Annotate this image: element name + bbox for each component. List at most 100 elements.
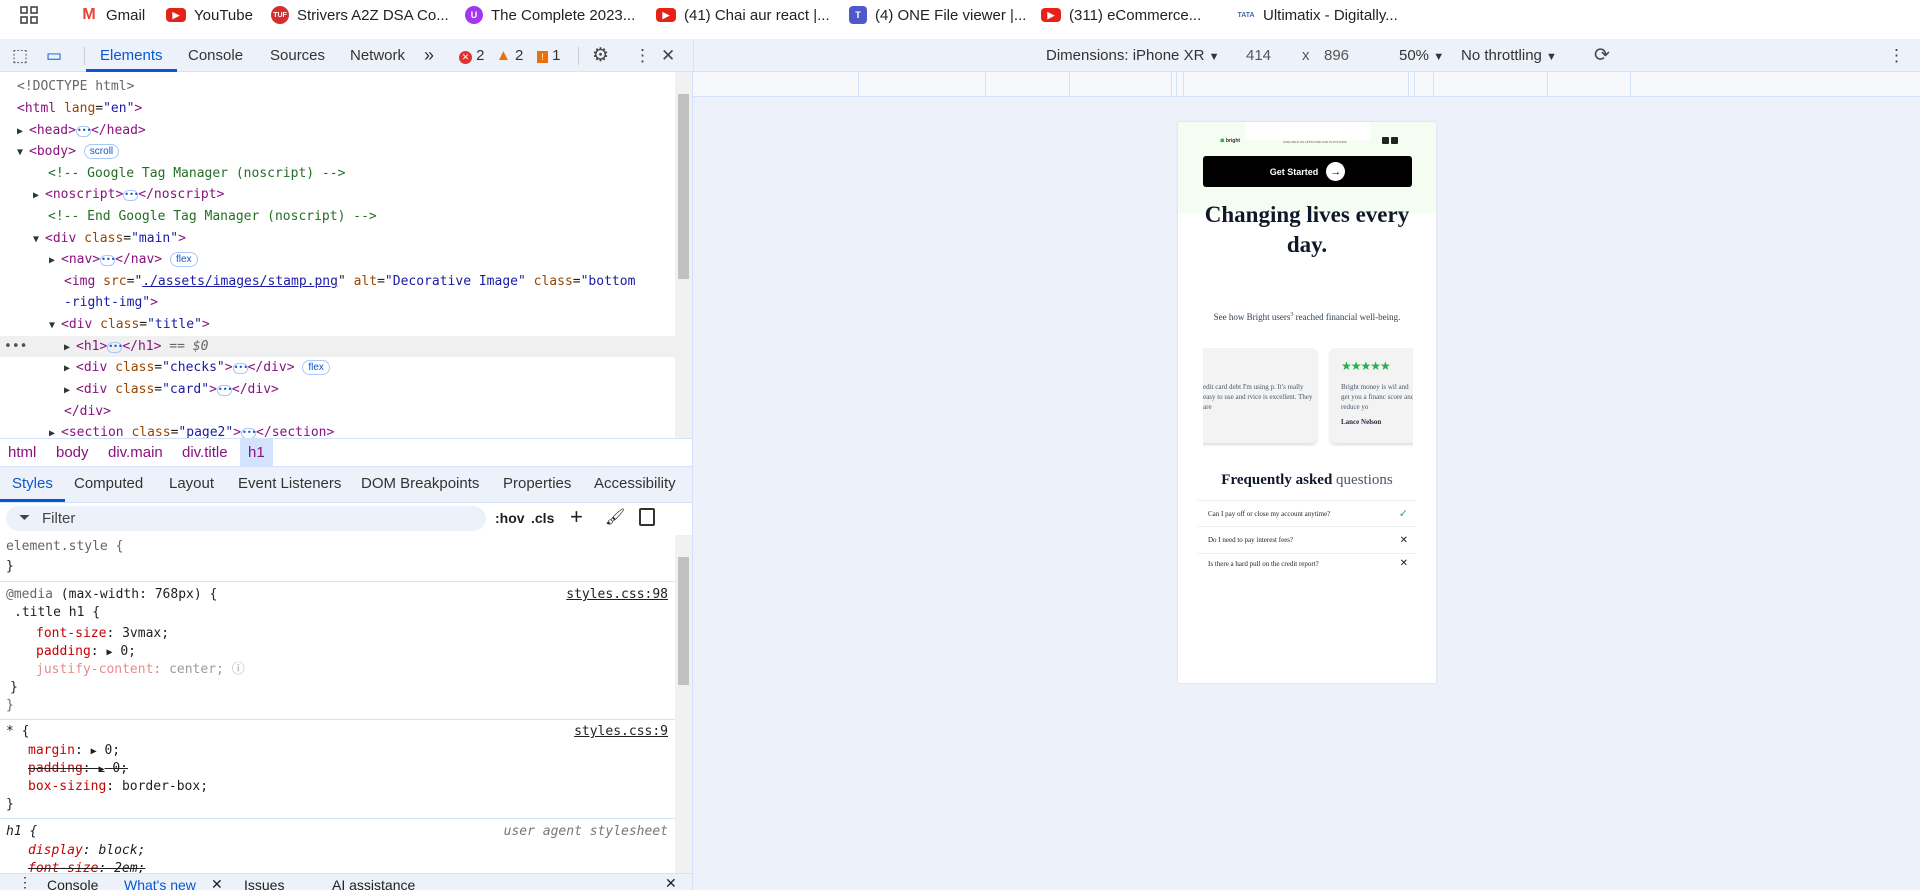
bookmark-one-file-viewer[interactable]: T (4) ONE File viewer |... xyxy=(849,4,1026,26)
src-link[interactable]: ./assets/images/stamp.png xyxy=(142,274,338,289)
ellipsis-icon[interactable]: ••• xyxy=(216,385,232,396)
expand-triangle-icon[interactable]: ▶ xyxy=(49,423,61,438)
scrollbar-thumb[interactable] xyxy=(678,557,689,685)
zoom-select[interactable]: 50% ▼ xyxy=(1399,39,1444,72)
issues-count[interactable]: ! 1 xyxy=(537,39,561,72)
breadcrumb-div-main[interactable]: div.main xyxy=(104,439,167,467)
tab-properties[interactable]: Properties xyxy=(503,467,571,502)
bookmark-strivers[interactable]: TUF Strivers A2Z DSA Co... xyxy=(271,4,449,26)
style-declaration[interactable]: font-size: 3vmax; xyxy=(36,624,169,643)
dom-node[interactable]: <html lang="en"> xyxy=(17,98,142,119)
errors-count[interactable]: ✕ 2 xyxy=(459,39,485,72)
tab-event-listeners[interactable]: Event Listeners xyxy=(238,467,341,502)
throttling-select[interactable]: No throttling ▼ xyxy=(1461,39,1557,72)
tab-styles[interactable]: Styles xyxy=(0,467,65,502)
source-link[interactable]: styles.css:98 xyxy=(566,587,668,602)
device-toggle-icon[interactable]: ▭ xyxy=(46,39,62,72)
close-devtools-button[interactable]: ✕ xyxy=(661,39,675,72)
styles-scrollbar[interactable] xyxy=(675,535,692,873)
faq-item[interactable]: Do I need to pay interest fees? ✕ xyxy=(1198,526,1416,553)
bookmark-complete-2023[interactable]: U The Complete 2023... xyxy=(465,4,635,26)
width-input[interactable]: 414 xyxy=(1246,39,1271,72)
dom-node-selected[interactable]: ▶ <h1>•••</h1> == $0 xyxy=(64,336,208,357)
dom-node[interactable]: ▶ <div class="card">•••</div> xyxy=(64,379,279,400)
dom-node[interactable]: <!DOCTYPE html> xyxy=(17,76,134,97)
faq-item[interactable]: Can I pay off or close my account anytim… xyxy=(1198,500,1416,526)
drawer-tab-whats-new[interactable]: What's new xyxy=(124,877,196,890)
toggle-sidebar-icon[interactable] xyxy=(639,508,655,526)
drawer-tab-console[interactable]: Console xyxy=(47,877,98,890)
ellipsis-icon[interactable]: ••• xyxy=(75,126,91,137)
dom-node[interactable]: ▶ <section class="page2">•••</section> xyxy=(49,422,334,438)
dom-node[interactable]: </div> xyxy=(64,401,111,422)
ellipsis-icon[interactable]: ••• xyxy=(241,428,257,438)
collapse-triangle-icon[interactable]: ▼ xyxy=(33,229,45,250)
close-drawer-icon[interactable]: ✕ xyxy=(665,875,677,890)
tab-accessibility[interactable]: Accessibility xyxy=(594,467,676,502)
style-declaration[interactable]: margin: ▶ 0; xyxy=(28,741,120,760)
media-query-ruler[interactable] xyxy=(693,72,1920,97)
tab-computed[interactable]: Computed xyxy=(74,467,143,502)
hov-button[interactable]: :hov xyxy=(495,510,525,526)
bright-logo[interactable]: ☗ bright xyxy=(1220,138,1240,144)
more-options-icon[interactable]: ⋮ xyxy=(634,39,651,72)
breadcrumb-body[interactable]: body xyxy=(52,439,93,467)
height-input[interactable]: 896 xyxy=(1324,39,1349,72)
breadcrumb-html[interactable]: html xyxy=(4,439,40,467)
drawer-menu-icon[interactable]: ⋮ xyxy=(18,874,32,890)
tab-sources[interactable]: Sources xyxy=(270,39,325,72)
collapse-triangle-icon[interactable]: ▼ xyxy=(49,315,61,336)
tab-layout[interactable]: Layout xyxy=(169,467,214,502)
drawer-tab-issues[interactable]: Issues xyxy=(244,877,284,890)
device-more-options-icon[interactable]: ⋮ xyxy=(1888,39,1905,72)
inspect-element-icon[interactable]: ⬚ xyxy=(12,39,28,72)
dom-node[interactable]: ▶ <div class="checks">•••</div> flex xyxy=(64,357,330,378)
dom-node[interactable]: ▼ <body> scroll xyxy=(17,141,120,162)
expand-triangle-icon[interactable]: ▶ xyxy=(64,337,76,358)
close-tab-icon[interactable]: ✕ xyxy=(211,876,223,890)
dom-node[interactable]: ▼ <div class="title"> xyxy=(49,314,210,335)
tab-console[interactable]: Console xyxy=(188,39,243,72)
faq-item[interactable]: Is there a hard pull on the credit repor… xyxy=(1198,553,1416,579)
style-declaration[interactable]: padding: ▶ 0; xyxy=(36,642,136,661)
paint-brush-icon[interactable]: 🖌 xyxy=(605,507,625,527)
drawer-tab-ai-assistance[interactable]: AI assistance xyxy=(332,877,415,890)
dom-node[interactable]: <img src="./assets/images/stamp.png" alt… xyxy=(64,271,635,292)
rule-selector[interactable]: * { xyxy=(6,722,29,741)
ellipsis-icon[interactable]: ••• xyxy=(100,255,116,266)
rule-selector[interactable]: .title h1 { xyxy=(14,603,100,622)
breadcrumb-h1[interactable]: h1 xyxy=(240,439,273,467)
ellipsis-icon[interactable]: ••• xyxy=(107,342,123,353)
bookmark-gmail[interactable]: M Gmail xyxy=(80,4,145,26)
tab-dom-breakpoints[interactable]: DOM Breakpoints xyxy=(361,467,479,502)
expand-triangle-icon[interactable]: ▶ xyxy=(64,358,76,379)
style-declaration-inactive[interactable]: justify-content: center; ⓘ xyxy=(36,660,245,679)
bookmark-ecommerce[interactable]: ▶ (311) eCommerce... xyxy=(1041,4,1201,26)
play-store-icon[interactable] xyxy=(1391,137,1398,144)
apps-grid-icon[interactable] xyxy=(20,4,38,26)
bookmark-chai-aur-react[interactable]: ▶ (41) Chai aur react |... xyxy=(656,4,830,26)
testimonial-carousel[interactable]: edit card debt I'm using p. It's really … xyxy=(1203,348,1413,468)
apple-store-icon[interactable] xyxy=(1382,137,1389,144)
breadcrumb-div-title[interactable]: div.title xyxy=(178,439,232,467)
ellipsis-icon[interactable]: ••• xyxy=(123,190,139,201)
source-link[interactable]: styles.css:9 xyxy=(574,724,668,739)
expand-triangle-icon[interactable]: ▶ xyxy=(64,380,76,401)
get-started-button[interactable]: Get Started → xyxy=(1203,156,1412,187)
dom-node[interactable]: ▶ <head>•••</head> xyxy=(17,120,146,141)
tab-elements[interactable]: Elements xyxy=(86,39,177,72)
cls-button[interactable]: .cls xyxy=(531,510,554,526)
rotate-icon[interactable]: ⟳ xyxy=(1594,39,1610,72)
dom-node[interactable]: <!-- Google Tag Manager (noscript) --> xyxy=(48,163,345,184)
scrollbar-thumb[interactable] xyxy=(678,94,689,279)
bookmark-youtube[interactable]: ▶ YouTube xyxy=(166,4,253,26)
dom-node[interactable]: <!-- End Google Tag Manager (noscript) -… xyxy=(48,206,377,227)
dom-node[interactable]: ▶ <noscript>•••</noscript> xyxy=(33,184,224,205)
element-style-rule[interactable]: element.style { xyxy=(6,537,123,556)
expand-triangle-icon[interactable]: ▶ xyxy=(17,121,29,142)
scroll-badge[interactable]: scroll xyxy=(83,144,120,159)
dimensions-select[interactable]: Dimensions: iPhone XR ▼ xyxy=(1046,39,1219,72)
filter-input[interactable]: ⏷ Filter xyxy=(6,506,486,531)
expand-triangle-icon[interactable]: ▶ xyxy=(33,185,45,206)
settings-gear-icon[interactable]: ⚙ xyxy=(592,39,609,72)
